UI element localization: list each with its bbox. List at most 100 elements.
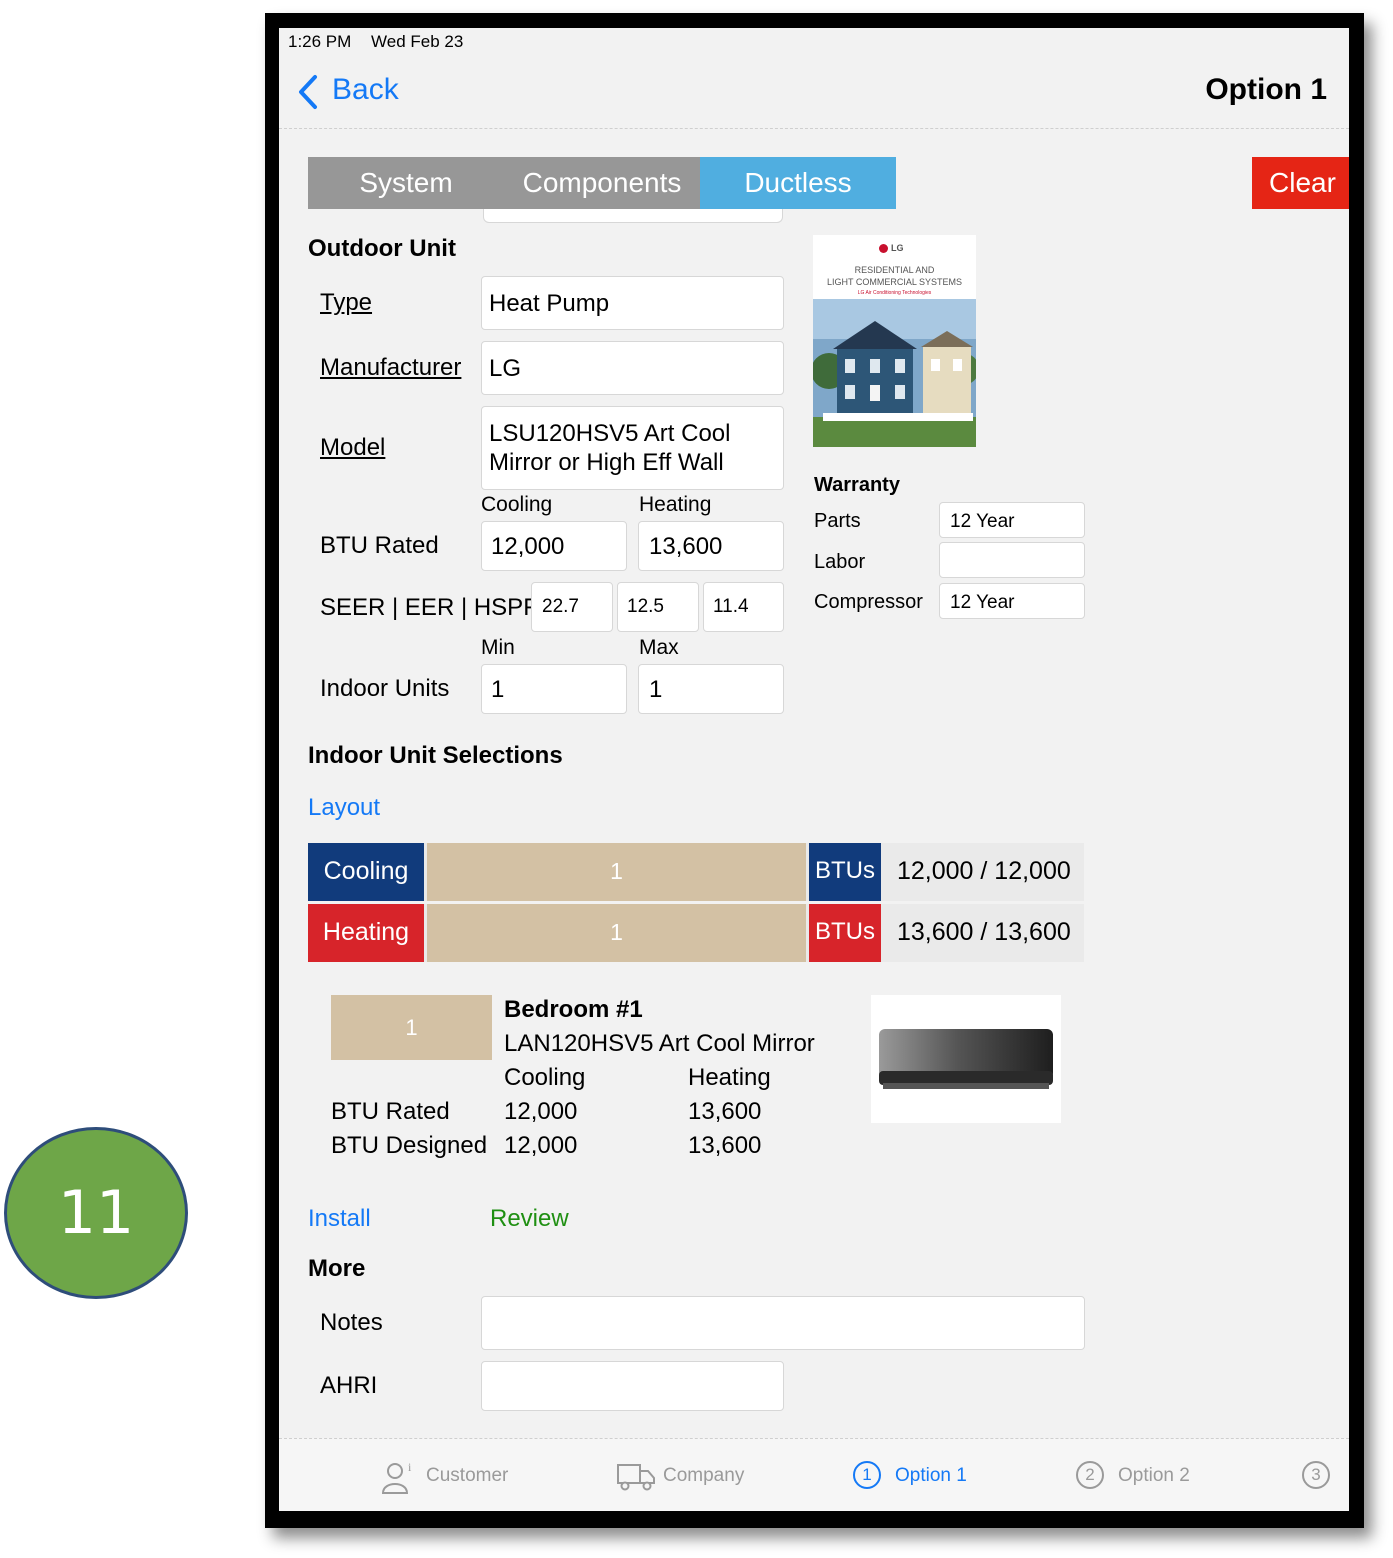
warranty-labor-field[interactable] bbox=[939, 542, 1085, 578]
brochure-title-1: RESIDENTIAL AND bbox=[854, 265, 935, 275]
tab-customer-label: Customer bbox=[426, 1465, 509, 1486]
nav-divider bbox=[279, 128, 1349, 129]
chevron-left-icon bbox=[299, 75, 317, 109]
back-button[interactable]: Back bbox=[293, 72, 403, 112]
house-photo bbox=[813, 299, 976, 447]
indoor-min-value: 1 bbox=[491, 676, 505, 703]
warranty-parts-label: Parts bbox=[814, 510, 861, 532]
room-name: Bedroom #1 bbox=[504, 996, 643, 1023]
tab-system-label: System bbox=[359, 167, 453, 198]
btu-heating-field[interactable]: 13,600 bbox=[638, 521, 784, 571]
clear-button[interactable]: Clear bbox=[1252, 157, 1349, 209]
indoor-units-label: Indoor Units bbox=[320, 675, 450, 702]
tab-components[interactable]: Components bbox=[504, 157, 700, 209]
indoor-max-header: Max bbox=[639, 636, 679, 659]
ahri-label: AHRI bbox=[320, 1372, 378, 1399]
model-line-2: Mirror or High Eff Wall bbox=[489, 449, 724, 476]
cooling-btus-cell: BTUs bbox=[809, 843, 881, 901]
ahri-field[interactable] bbox=[481, 1361, 784, 1411]
heating-unit-count: 1 bbox=[610, 919, 623, 945]
tab-components-label: Components bbox=[522, 167, 682, 198]
manufacturer-field[interactable]: LG bbox=[481, 341, 784, 395]
tab-option-2-label: Option 2 bbox=[1118, 1465, 1190, 1486]
btu-heating-value: 13,600 bbox=[649, 533, 723, 560]
cooling-summary-row: Cooling 1 BTUs 12,000 / 12,000 bbox=[308, 843, 1084, 901]
indoor-min-field[interactable]: 1 bbox=[481, 664, 627, 714]
type-label[interactable]: Type bbox=[320, 289, 372, 317]
page-title: Option 1 bbox=[1205, 73, 1327, 106]
hspf-value: 11.4 bbox=[713, 596, 749, 617]
room-btu-rated-cooling: 12,000 bbox=[504, 1098, 578, 1125]
more-heading: More bbox=[308, 1255, 366, 1282]
cooling-unit-count: 1 bbox=[610, 858, 623, 884]
heating-unit-slot[interactable]: 1 bbox=[427, 904, 806, 962]
warranty-labor-label: Labor bbox=[814, 551, 866, 573]
hspf-field[interactable]: 11.4 bbox=[703, 582, 784, 632]
step-number: 11 bbox=[57, 1178, 135, 1248]
tab-ductless[interactable]: Ductless bbox=[700, 157, 896, 209]
option-2-number-icon: 2 bbox=[1076, 1461, 1104, 1489]
eer-value: 12.5 bbox=[627, 596, 664, 617]
seer-value: 22.7 bbox=[542, 596, 579, 617]
cooling-btu-total: 12,000 / 12,000 bbox=[897, 857, 1071, 885]
room-heating-header: Heating bbox=[688, 1064, 771, 1091]
model-label[interactable]: Model bbox=[320, 434, 385, 462]
tab-option-3[interactable]: 3 bbox=[1302, 1447, 1349, 1497]
seer-eer-hspf-label: SEER | EER | HSPF bbox=[320, 594, 538, 621]
indoor-selections-heading: Indoor Unit Selections bbox=[308, 742, 563, 769]
type-field[interactable]: Heat Pump bbox=[481, 276, 784, 330]
type-value: Heat Pump bbox=[489, 290, 610, 317]
wall-unit-icon bbox=[879, 1029, 1053, 1089]
customer-icon: i bbox=[381, 1460, 412, 1494]
tab-option-1-label: Option 1 bbox=[895, 1465, 967, 1486]
indoor-min-header: Min bbox=[481, 636, 515, 659]
warranty-parts-field[interactable]: 12 Year bbox=[939, 502, 1085, 538]
indoor-unit-image[interactable] bbox=[871, 995, 1061, 1123]
manufacturer-value: LG bbox=[489, 355, 522, 382]
btu-rated-label: BTU Rated bbox=[320, 532, 439, 559]
room-btu-designed-cooling: 12,000 bbox=[504, 1132, 578, 1159]
btu-heating-header: Heating bbox=[639, 493, 712, 516]
warranty-compressor-label: Compressor bbox=[814, 591, 923, 613]
room-model: LAN120HSV5 Art Cool Mirror bbox=[504, 1030, 815, 1057]
cooling-unit-slot[interactable]: 1 bbox=[427, 843, 806, 901]
heating-btus-label: BTUs bbox=[815, 918, 875, 945]
brochure-title-2: LIGHT COMMERCIAL SYSTEMS bbox=[826, 277, 963, 287]
heating-label: Heating bbox=[322, 918, 410, 946]
indoor-max-field[interactable]: 1 bbox=[638, 664, 784, 714]
app-screen: 1:26 PM Wed Feb 23 Back Option 1 System … bbox=[279, 28, 1349, 1511]
clear-label: Clear bbox=[1269, 167, 1336, 198]
tab-option-2[interactable]: 2 Option 2 bbox=[1076, 1447, 1216, 1497]
install-link[interactable]: Install bbox=[308, 1205, 371, 1233]
tab-customer[interactable]: i Customer bbox=[381, 1447, 521, 1497]
tab-system[interactable]: System bbox=[308, 157, 504, 209]
warranty-compressor-value: 12 Year bbox=[950, 592, 1015, 613]
layout-link[interactable]: Layout bbox=[308, 794, 380, 822]
notes-label: Notes bbox=[320, 1309, 383, 1336]
brochure-thumbnail[interactable]: LG RESIDENTIAL AND LIGHT COMMERCIAL SYST… bbox=[813, 235, 976, 447]
eer-field[interactable]: 12.5 bbox=[617, 582, 699, 632]
back-label: Back bbox=[332, 73, 399, 106]
tab-option-1[interactable]: 1 Option 1 bbox=[853, 1447, 993, 1497]
btu-cooling-value: 12,000 bbox=[491, 533, 565, 560]
review-link[interactable]: Review bbox=[490, 1205, 569, 1233]
room-btu-rated-label: BTU Rated bbox=[331, 1098, 450, 1125]
tab-company[interactable]: Company bbox=[616, 1447, 756, 1497]
brochure-brand: LG bbox=[891, 243, 904, 253]
indoor-max-value: 1 bbox=[649, 676, 663, 703]
heating-btus-cell: BTUs bbox=[809, 904, 881, 962]
notes-field[interactable] bbox=[481, 1296, 1085, 1350]
model-field[interactable]: LSU120HSV5 Art Cool Mirror or High Eff W… bbox=[481, 406, 784, 490]
status-time: 1:26 PM bbox=[288, 32, 352, 51]
room-number-tile[interactable]: 1 bbox=[331, 995, 492, 1060]
warranty-compressor-field[interactable]: 12 Year bbox=[939, 583, 1085, 619]
btu-cooling-field[interactable]: 12,000 bbox=[481, 521, 627, 571]
scrolled-field-edge bbox=[483, 209, 783, 223]
option-3-number-icon: 3 bbox=[1302, 1461, 1330, 1489]
room-number: 1 bbox=[405, 1015, 418, 1040]
manufacturer-label[interactable]: Manufacturer bbox=[320, 354, 461, 382]
warranty-heading: Warranty bbox=[814, 474, 900, 496]
lg-logo-icon bbox=[879, 244, 888, 253]
room-btu-rated-heating: 13,600 bbox=[688, 1098, 762, 1125]
seer-field[interactable]: 22.7 bbox=[531, 582, 613, 632]
